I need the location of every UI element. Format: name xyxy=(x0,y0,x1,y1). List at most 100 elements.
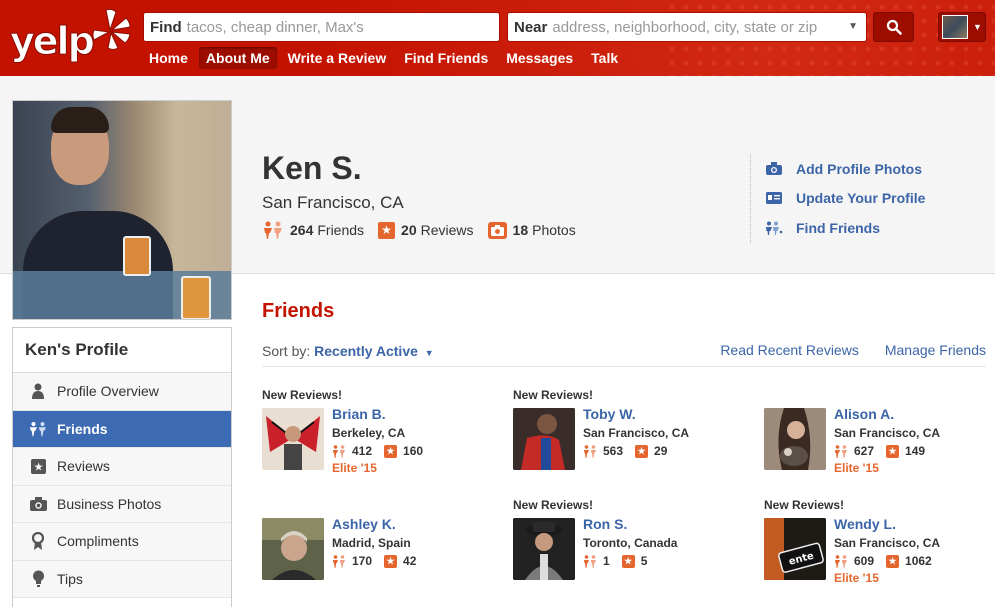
avatar[interactable] xyxy=(513,408,575,470)
star-icon: ★ xyxy=(635,444,649,458)
sidebar-title: Ken's Profile xyxy=(13,328,231,373)
near-label: Near xyxy=(514,18,548,36)
friend-reviews-count: 42 xyxy=(403,554,417,568)
sidebar-item-friends[interactable]: Friends xyxy=(13,410,231,448)
profile-stats: 264 Friends ★ 20 Reviews 18 Photos xyxy=(262,221,590,239)
search-icon xyxy=(886,19,902,35)
sort-label: Sort by: xyxy=(262,343,311,359)
star-icon: ★ xyxy=(621,554,635,568)
find-search-field[interactable]: Find tacos, cheap dinner, Max's xyxy=(143,12,500,42)
friend-location: Madrid, Spain xyxy=(332,536,411,550)
elite-badge: Elite '15 xyxy=(332,461,377,475)
friend-friends-count: 563 xyxy=(603,444,624,458)
sidebar-item-tips[interactable]: Tips xyxy=(13,560,231,598)
star-icon: ★ xyxy=(886,444,900,458)
star-icon: ★ xyxy=(384,554,398,568)
user-menu[interactable]: ▼ xyxy=(938,12,986,42)
friend-location: San Francisco, CA xyxy=(834,536,941,550)
chevron-down-icon[interactable]: ▼ xyxy=(848,21,858,32)
sidebar-item-reviews[interactable]: ★ Reviews xyxy=(13,448,231,486)
friend-friends-count: 412 xyxy=(352,444,373,458)
camera-icon xyxy=(487,221,507,239)
avatar[interactable] xyxy=(513,518,575,580)
avatar[interactable] xyxy=(262,408,324,470)
friend-name-link[interactable]: Brian B. xyxy=(332,406,386,422)
nav-write-review[interactable]: Write a Review xyxy=(281,47,394,69)
avatar[interactable] xyxy=(764,408,826,470)
friend-card: Alison A. San Francisco, CA 627 ★ 149 El… xyxy=(764,388,994,488)
friend-card: Ashley K. Madrid, Spain 170 ★ 42 xyxy=(262,498,492,598)
friend-location: Berkeley, CA xyxy=(332,426,406,440)
add-profile-photos-link[interactable]: Add Profile Photos xyxy=(765,154,925,184)
photo-detail xyxy=(181,276,211,319)
friend-reviews-count: 149 xyxy=(905,444,926,458)
lightbulb-icon xyxy=(29,570,47,588)
elite-badge: Elite '15 xyxy=(834,571,879,585)
nav-home[interactable]: Home xyxy=(142,47,195,69)
sidebar-item-business-photos[interactable]: Business Photos xyxy=(13,485,231,523)
nav-find-friends[interactable]: Find Friends xyxy=(397,47,495,69)
nav-messages[interactable]: Messages xyxy=(499,47,580,69)
friend-location: San Francisco, CA xyxy=(834,426,941,440)
sidebar-item-profile-overview[interactable]: Profile Overview xyxy=(13,373,231,411)
friend-friends-count: 627 xyxy=(854,444,875,458)
friend-reviews-count: 29 xyxy=(654,444,668,458)
friends-section-title: Friends xyxy=(262,300,335,322)
nav-about-me[interactable]: About Me xyxy=(198,47,277,69)
main-nav: Home About Me Write a Review Find Friend… xyxy=(142,46,629,70)
friend-name-link[interactable]: Ashley K. xyxy=(332,516,396,532)
friend-reviews-count: 1062 xyxy=(905,554,932,568)
nav-talk[interactable]: Talk xyxy=(584,47,625,69)
profile-photo[interactable] xyxy=(12,100,232,320)
svg-text:★: ★ xyxy=(33,460,43,473)
new-reviews-badge: New Reviews! xyxy=(262,388,343,402)
update-profile-link[interactable]: Update Your Profile xyxy=(765,184,925,214)
camera-icon xyxy=(765,162,783,176)
find-placeholder: tacos, cheap dinner, Max's xyxy=(186,18,364,36)
logo-text: yelp xyxy=(10,19,96,63)
avatar xyxy=(942,15,968,39)
friend-card: New Reviews! Ron S. Toronto, Canada 1 ★ … xyxy=(513,498,743,598)
sidebar-item-label: Profile Overview xyxy=(57,383,159,400)
friends-icon xyxy=(29,421,47,437)
friend-stats: 170 ★ 42 xyxy=(332,554,428,568)
avatar[interactable]: ente xyxy=(764,518,826,580)
find-friends-icon xyxy=(765,221,783,235)
friends-icon xyxy=(264,221,282,239)
sort-control[interactable]: Sort by: Recently Active ▼ xyxy=(262,343,434,359)
avatar[interactable] xyxy=(262,518,324,580)
friend-name-link[interactable]: Wendy L. xyxy=(834,516,896,532)
sidebar-item-label: Friends xyxy=(57,420,108,437)
friend-card: New Reviews! Toby W. San Francisco, CA 5… xyxy=(513,388,743,488)
elite-badge: Elite '15 xyxy=(834,461,879,475)
friends-icon xyxy=(333,444,345,458)
friend-name-link[interactable]: Ron S. xyxy=(583,516,627,532)
star-icon: ★ xyxy=(29,458,47,474)
top-header: yelp Find tacos, cheap dinner, Max's Nea… xyxy=(0,0,995,76)
profile-name: Ken S. xyxy=(262,150,362,186)
find-label: Find xyxy=(150,18,182,36)
search-button[interactable] xyxy=(873,12,914,42)
yelp-logo[interactable]: yelp xyxy=(10,6,131,68)
friend-friends-count: 609 xyxy=(854,554,875,568)
chevron-down-icon: ▼ xyxy=(424,348,434,358)
star-icon: ★ xyxy=(886,554,900,568)
find-friends-label: Find Friends xyxy=(796,219,880,236)
friend-card: New Reviews! Brian B. Berkeley, CA 412 ★… xyxy=(262,388,492,488)
sidebar-item-compliments[interactable]: Compliments xyxy=(13,523,231,561)
near-search-field[interactable]: Near address, neighborhood, city, state … xyxy=(507,12,867,42)
find-friends-link[interactable]: Find Friends xyxy=(765,213,925,243)
friend-name-link[interactable]: Alison A. xyxy=(834,406,894,422)
friend-stats: 1 ★ 5 xyxy=(583,554,659,568)
friends-label: Friends xyxy=(317,222,365,238)
read-recent-reviews-link[interactable]: Read Recent Reviews xyxy=(720,342,859,358)
manage-friends-link[interactable]: Manage Friends xyxy=(885,342,986,358)
star-icon: ★ xyxy=(384,444,398,458)
near-placeholder: address, neighborhood, city, state or zi… xyxy=(552,18,818,36)
friend-card: New Reviews! ente Wendy L. San Francisco… xyxy=(764,498,994,598)
chevron-down-icon: ▼ xyxy=(973,22,982,32)
sort-value: Recently Active xyxy=(314,343,418,359)
id-card-icon xyxy=(765,192,783,205)
sidebar-item-label: Tips xyxy=(57,570,83,587)
friend-name-link[interactable]: Toby W. xyxy=(583,406,636,422)
